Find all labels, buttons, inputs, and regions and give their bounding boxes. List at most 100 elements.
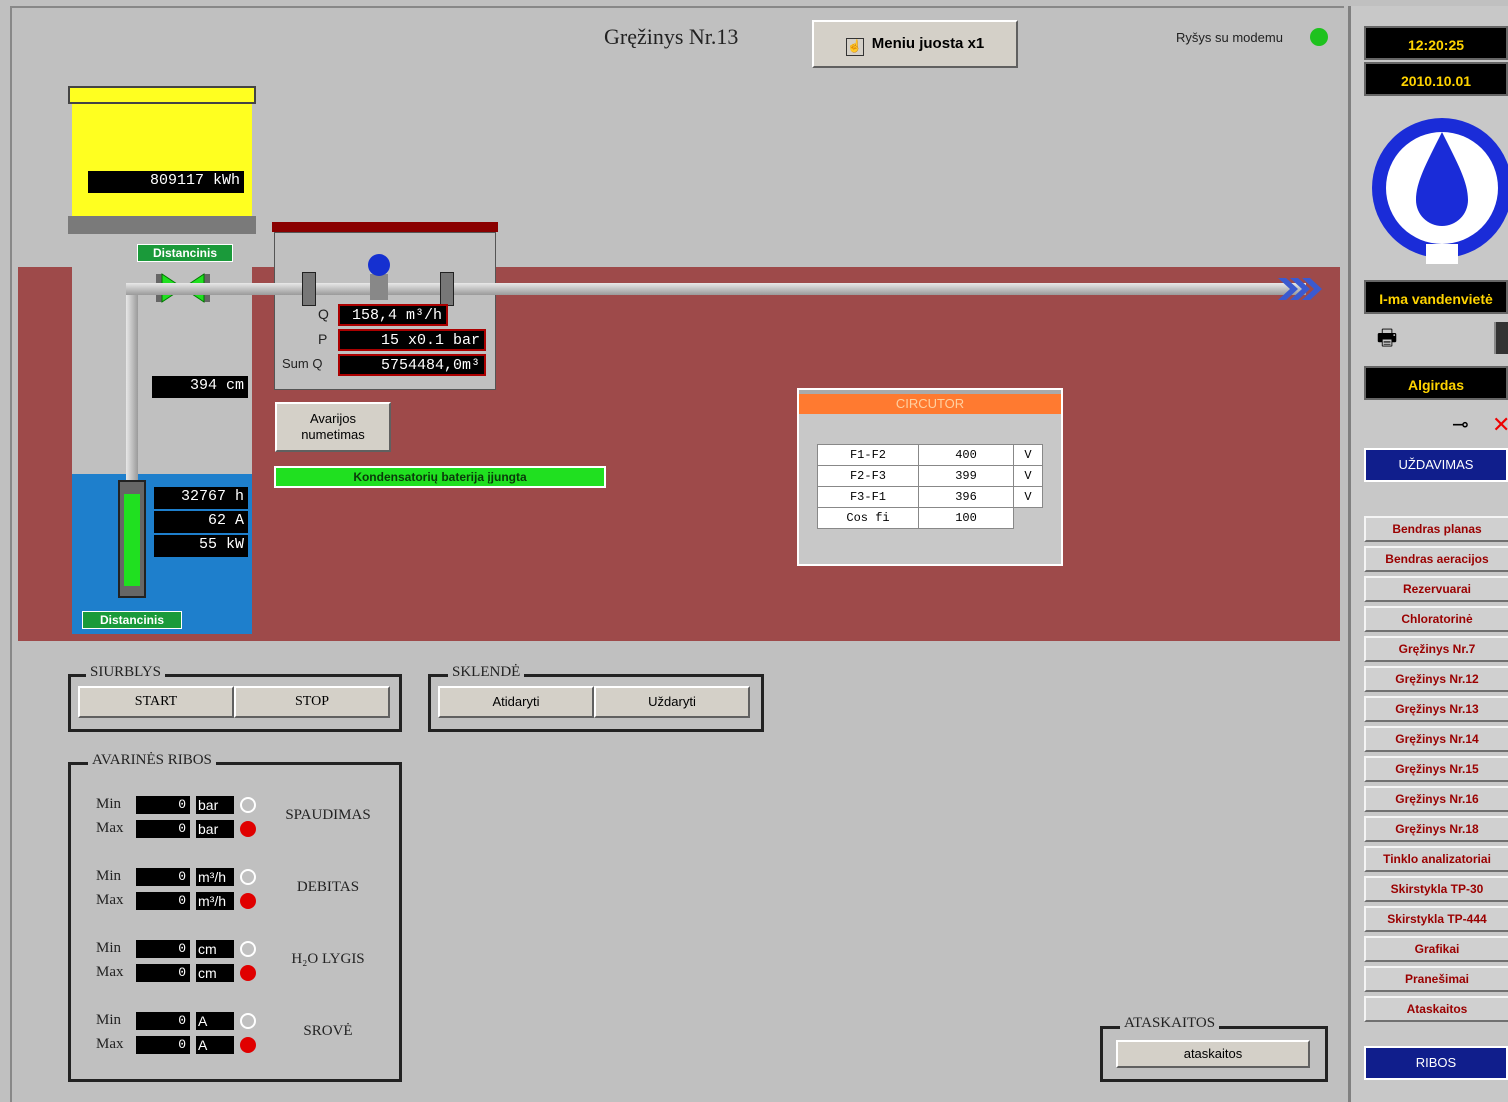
- sidebar-nav-item[interactable]: Gręžinys Nr.7: [1364, 636, 1508, 662]
- pump-start-button[interactable]: START: [78, 686, 234, 718]
- menu-bar-button[interactable]: ☝ Meniu juosta x1: [812, 20, 1018, 68]
- pressure-display: 15 x0.1 bar: [338, 329, 486, 351]
- limit-group-name: SROVĖ: [303, 1023, 353, 1039]
- sidebar-nav-item[interactable]: Bendras aeracijos: [1364, 546, 1508, 572]
- sidebar-nav-item[interactable]: Pranešimai: [1364, 966, 1508, 992]
- power-display: 55 kW: [154, 535, 248, 557]
- limit-max-input[interactable]: 0: [136, 964, 190, 982]
- reports-legend: ATASKAITOS: [1120, 1015, 1220, 1032]
- water-level-display: 394 cm: [152, 376, 248, 398]
- limit-max-label: Max: [96, 820, 124, 836]
- limit-max-input[interactable]: 0: [136, 820, 190, 838]
- limit-max-input[interactable]: 0: [136, 1036, 190, 1054]
- limit-max-alarm-indicator: [240, 1037, 256, 1053]
- limit-unit: A: [196, 1036, 234, 1054]
- limit-unit: cm: [196, 964, 234, 982]
- limit-group-name: H₂O LYGIS: [291, 951, 365, 967]
- close-icon[interactable]: ✕: [1492, 410, 1508, 440]
- task-button[interactable]: UŽDAVIMAS: [1364, 448, 1508, 482]
- circutor-row: F2-F3 399 V: [817, 465, 1043, 487]
- sidebar-nav-item[interactable]: Grafikai: [1364, 936, 1508, 962]
- limit-max-alarm-indicator: [240, 893, 256, 909]
- limit-min-label: Min: [96, 868, 122, 884]
- limit-min-input[interactable]: 0: [136, 1012, 190, 1030]
- limit-min-input[interactable]: 0: [136, 796, 190, 814]
- sidebar-nav-item[interactable]: Tinklo analizatoriai: [1364, 846, 1508, 872]
- remote-mode-pump-label: Distancinis: [82, 611, 182, 629]
- pump-running-indicator: [124, 494, 140, 586]
- sidebar-nav-item[interactable]: Skirstykla TP-30: [1364, 876, 1508, 902]
- sidebar-nav-item[interactable]: Gręžinys Nr.13: [1364, 696, 1508, 722]
- sidebar-nav-item[interactable]: Skirstykla TP-444: [1364, 906, 1508, 932]
- sidebar-nav-item[interactable]: Chloratorinė: [1364, 606, 1508, 632]
- capacitor-status-bar: Kondensatorių baterija įjungta: [274, 466, 606, 488]
- p-label: P: [318, 331, 328, 347]
- sidebar-nav-item[interactable]: Gręžinys Nr.16: [1364, 786, 1508, 812]
- limit-min-label: Min: [96, 940, 122, 956]
- limit-max-label: Max: [96, 964, 124, 980]
- sum-q-label: Sum Q: [282, 356, 323, 371]
- sidebar-nav-item[interactable]: Gręžinys Nr.18: [1364, 816, 1508, 842]
- valve-legend: SKLENDĖ: [448, 664, 525, 681]
- circutor-value: 400: [918, 444, 1014, 466]
- limit-min-input[interactable]: 0: [136, 868, 190, 886]
- sidebar-nav-item[interactable]: Rezervuarai: [1364, 576, 1508, 602]
- water-drop-logo-icon: [1372, 118, 1508, 264]
- meter-box-top: [272, 222, 498, 232]
- circutor-panel: CIRCUTOR F1-F2 400 V F2-F3 399 V F3-F1 396 V Cos …: [797, 388, 1063, 566]
- total-flow-display: 5754484,0m³: [338, 354, 486, 376]
- circutor-row: Cos fi 100: [817, 507, 1043, 529]
- station-name: I-ma vandenvietė: [1364, 280, 1508, 314]
- limit-unit: bar: [196, 796, 234, 814]
- pump-stop-button[interactable]: STOP: [234, 686, 390, 718]
- circutor-value: 100: [918, 507, 1014, 529]
- alarm-limits-legend: AVARINĖS RIBOS: [88, 752, 216, 769]
- circutor-name: F2-F3: [817, 465, 919, 487]
- sidebar-nav-item[interactable]: Gręžinys Nr.14: [1364, 726, 1508, 752]
- flow-rate-display: 158,4 m³/h: [338, 304, 448, 326]
- sidebar-nav-item[interactable]: Ataskaitos: [1364, 996, 1508, 1022]
- page-title: Gręžinys Nr.13: [604, 24, 739, 49]
- circutor-name: F3-F1: [817, 486, 919, 508]
- limit-group-name: SPAUDIMAS: [285, 807, 371, 823]
- sidebar-nav-item[interactable]: Gręžinys Nr.15: [1364, 756, 1508, 782]
- circutor-name: F1-F2: [817, 444, 919, 466]
- limit-min-alarm-indicator: [240, 941, 256, 957]
- circutor-title: CIRCUTOR: [799, 394, 1061, 414]
- circutor-unit: V: [1013, 486, 1043, 508]
- well-cap: [68, 86, 256, 104]
- well-slab: [68, 216, 256, 234]
- run-hours-display: 32767 h: [154, 487, 248, 509]
- sidebar-nav-item[interactable]: Bendras planas: [1364, 516, 1508, 542]
- modem-status-label: Ryšys su modemu: [1176, 30, 1283, 45]
- limit-min-alarm-indicator: [240, 869, 256, 885]
- limit-unit: m³/h: [196, 892, 234, 910]
- limit-max-input[interactable]: 0: [136, 892, 190, 910]
- current-display: 62 A: [154, 511, 248, 533]
- pump-legend: SIURBLYS: [86, 664, 166, 681]
- panel-icon[interactable]: [1494, 322, 1508, 354]
- reports-button[interactable]: ataskaitos: [1116, 1040, 1310, 1068]
- limit-min-alarm-indicator: [240, 797, 256, 813]
- valve-open-button[interactable]: Atidaryti: [438, 686, 594, 718]
- circutor-unit: V: [1013, 444, 1043, 466]
- valve-close-button[interactable]: Uždaryti: [594, 686, 750, 718]
- limit-min-input[interactable]: 0: [136, 940, 190, 958]
- riser-pipe: [126, 283, 138, 483]
- alarm-reset-button[interactable]: Avarijos numetimas: [275, 402, 391, 452]
- transformer-box: [72, 104, 252, 216]
- sidebar-nav-item[interactable]: Gręžinys Nr.12: [1364, 666, 1508, 692]
- valve-icon[interactable]: [156, 270, 210, 306]
- circutor-table: F1-F2 400 V F2-F3 399 V F3-F1 396 V Cos fi 100: [817, 444, 1043, 529]
- circutor-row: F1-F2 400 V: [817, 444, 1043, 466]
- limits-button[interactable]: RIBOS: [1364, 1046, 1508, 1080]
- limit-unit: A: [196, 1012, 234, 1030]
- pipe-flange-left: [302, 272, 316, 306]
- key-icon[interactable]: ⊸: [1452, 410, 1486, 440]
- circutor-row: F3-F1 396 V: [817, 486, 1043, 508]
- printer-icon[interactable]: 🖶: [1372, 322, 1402, 354]
- user-name: Algirdas: [1364, 366, 1508, 400]
- circutor-unit: V: [1013, 465, 1043, 487]
- circutor-value: 399: [918, 465, 1014, 487]
- limit-min-alarm-indicator: [240, 1013, 256, 1029]
